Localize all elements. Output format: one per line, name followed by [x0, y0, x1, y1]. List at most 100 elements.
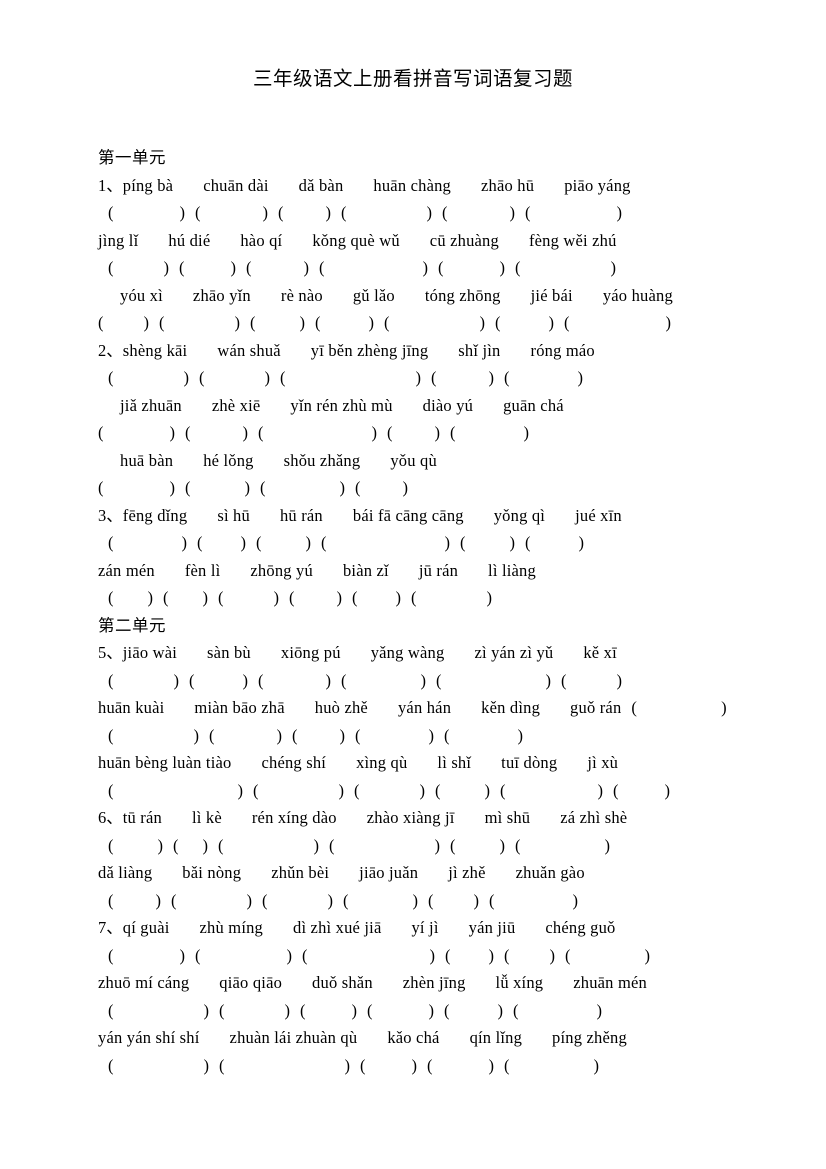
- answer-bracket[interactable]: ( ): [435, 777, 490, 805]
- answer-bracket[interactable]: ( ): [444, 997, 503, 1025]
- answer-blank[interactable]: [295, 584, 337, 612]
- answer-blank[interactable]: [510, 364, 578, 392]
- answer-blank[interactable]: [361, 474, 403, 502]
- answer-blank[interactable]: [114, 364, 184, 392]
- answer-blank[interactable]: [114, 777, 238, 805]
- answer-bracket[interactable]: ( ): [258, 419, 377, 447]
- answer-blank[interactable]: [510, 942, 550, 970]
- answer-bracket[interactable]: ( ): [436, 667, 551, 695]
- answer-blank[interactable]: [373, 997, 429, 1025]
- answer-blank[interactable]: [203, 529, 241, 557]
- answer-blank[interactable]: [441, 777, 485, 805]
- answer-blank[interactable]: [224, 584, 274, 612]
- answer-bracket[interactable]: ( ): [171, 887, 252, 915]
- answer-blank[interactable]: [444, 254, 500, 282]
- answer-blank[interactable]: [510, 1052, 594, 1080]
- answer-blank[interactable]: [185, 254, 231, 282]
- answer-blank[interactable]: [571, 942, 645, 970]
- answer-bracket[interactable]: ( ): [565, 942, 650, 970]
- answer-bracket[interactable]: ( ): [98, 419, 175, 447]
- answer-blank[interactable]: [114, 722, 194, 750]
- answer-blank[interactable]: [266, 474, 340, 502]
- answer-bracket[interactable]: ( ): [319, 254, 428, 282]
- answer-bracket[interactable]: ( ): [185, 474, 250, 502]
- answer-bracket[interactable]: ( ): [525, 199, 622, 227]
- answer-blank[interactable]: [570, 309, 666, 337]
- answer-blank[interactable]: [259, 777, 339, 805]
- answer-blank[interactable]: [165, 309, 235, 337]
- answer-bracket[interactable]: ( ): [218, 832, 319, 860]
- answer-blank[interactable]: [521, 254, 611, 282]
- answer-bracket[interactable]: ( ): [197, 529, 246, 557]
- answer-bracket[interactable]: ( ): [329, 832, 440, 860]
- answer-bracket[interactable]: ( ): [179, 254, 236, 282]
- answer-blank[interactable]: [201, 199, 263, 227]
- answer-bracket[interactable]: ( ): [108, 832, 163, 860]
- answer-bracket[interactable]: ( ): [108, 667, 179, 695]
- answer-blank[interactable]: [501, 309, 549, 337]
- answer-blank[interactable]: [437, 364, 489, 392]
- answer-bracket[interactable]: ( ): [515, 254, 616, 282]
- answer-bracket[interactable]: ( ): [341, 667, 426, 695]
- answer-bracket[interactable]: ( ): [321, 529, 450, 557]
- answer-bracket[interactable]: ( ): [108, 584, 153, 612]
- answer-bracket[interactable]: ( ): [209, 722, 282, 750]
- answer-bracket[interactable]: ( ): [280, 364, 421, 392]
- answer-bracket[interactable]: ( ): [450, 832, 505, 860]
- answer-bracket[interactable]: ( ): [500, 777, 603, 805]
- answer-bracket[interactable]: ( ): [343, 887, 418, 915]
- answer-blank[interactable]: [434, 887, 474, 915]
- answer-blank[interactable]: [567, 667, 617, 695]
- answer-bracket[interactable]: ( ): [302, 942, 435, 970]
- answer-bracket[interactable]: ( ): [98, 474, 175, 502]
- answer-blank[interactable]: [466, 529, 510, 557]
- answer-bracket[interactable]: ( ): [341, 199, 432, 227]
- answer-bracket[interactable]: ( ): [159, 309, 240, 337]
- answer-bracket[interactable]: ( ): [98, 309, 149, 337]
- answer-bracket[interactable]: ( ): [253, 777, 344, 805]
- answer-bracket[interactable]: ( ): [515, 832, 610, 860]
- answer-blank[interactable]: [619, 777, 665, 805]
- answer-blank[interactable]: [215, 722, 277, 750]
- answer-bracket[interactable]: ( ): [438, 254, 505, 282]
- answer-blank[interactable]: [225, 997, 285, 1025]
- answer-blank[interactable]: [448, 199, 510, 227]
- answer-bracket[interactable]: ( ): [256, 529, 311, 557]
- answer-blank[interactable]: [284, 199, 326, 227]
- answer-bracket[interactable]: ( ): [504, 364, 583, 392]
- answer-blank[interactable]: [191, 474, 245, 502]
- answer-bracket[interactable]: ( ): [108, 942, 185, 970]
- answer-bracket[interactable]: ( ): [108, 722, 199, 750]
- answer-bracket[interactable]: ( ): [504, 942, 555, 970]
- answer-blank[interactable]: [450, 997, 498, 1025]
- answer-bracket[interactable]: ( ): [428, 887, 479, 915]
- answer-blank[interactable]: [349, 887, 413, 915]
- answer-bracket[interactable]: ( ): [246, 254, 309, 282]
- answer-blank[interactable]: [450, 722, 518, 750]
- answer-blank[interactable]: [393, 419, 435, 447]
- answer-blank[interactable]: [451, 942, 489, 970]
- answer-blank[interactable]: [360, 777, 420, 805]
- answer-bracket[interactable]: ( ): [189, 667, 248, 695]
- answer-bracket[interactable]: ( ): [355, 722, 434, 750]
- answer-blank[interactable]: [521, 832, 605, 860]
- answer-blank[interactable]: [286, 364, 416, 392]
- answer-blank[interactable]: [327, 529, 445, 557]
- answer-blank[interactable]: [531, 199, 617, 227]
- answer-blank[interactable]: [114, 1052, 204, 1080]
- answer-bracket[interactable]: ( ): [427, 1052, 494, 1080]
- answer-bracket[interactable]: ( ): [289, 584, 342, 612]
- answer-bracket[interactable]: ( ): [352, 584, 401, 612]
- answer-blank[interactable]: [456, 419, 524, 447]
- answer-bracket[interactable]: ( ): [219, 997, 290, 1025]
- answer-bracket[interactable]: ( ): [525, 529, 584, 557]
- answer-bracket[interactable]: ( ): [219, 1052, 350, 1080]
- answer-blank[interactable]: [114, 529, 182, 557]
- answer-bracket[interactable]: ( ): [108, 887, 161, 915]
- answer-blank[interactable]: [506, 777, 598, 805]
- answer-bracket[interactable]: ( ): [613, 777, 670, 805]
- answer-blank[interactable]: [262, 529, 306, 557]
- answer-bracket[interactable]: ( ): [431, 364, 494, 392]
- answer-bracket[interactable]: ( ): [108, 1052, 209, 1080]
- answer-blank[interactable]: [637, 694, 721, 722]
